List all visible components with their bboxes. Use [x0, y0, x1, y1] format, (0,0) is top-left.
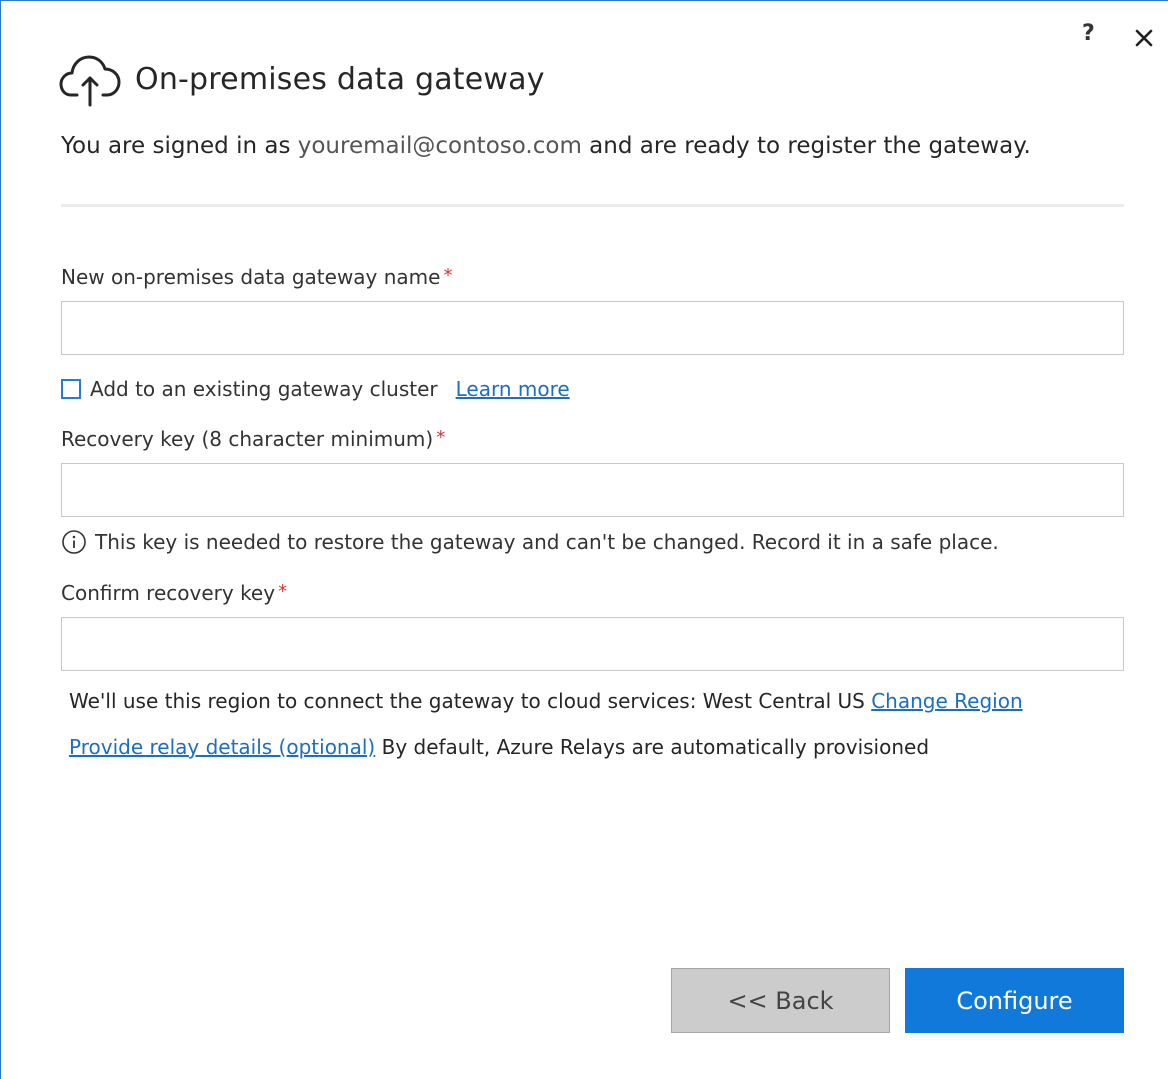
- confirm-key-input[interactable]: [61, 617, 1124, 671]
- intro-suffix: and are ready to register the gateway.: [581, 133, 1031, 159]
- cluster-option: Add to an existing gateway cluster Learn…: [61, 377, 570, 401]
- cluster-checkbox-label[interactable]: Add to an existing gateway cluster: [90, 377, 438, 401]
- recovery-key-label: Recovery key (8 character minimum) *: [61, 427, 445, 451]
- recovery-key-input[interactable]: [61, 463, 1124, 517]
- info-icon: [62, 530, 86, 554]
- gateway-name-label: New on-premises data gateway name *: [61, 265, 452, 289]
- learn-more-link[interactable]: Learn more: [456, 377, 570, 401]
- confirm-key-label: Confirm recovery key *: [61, 581, 287, 605]
- gateway-name-input[interactable]: [61, 301, 1124, 355]
- header-divider: [61, 204, 1124, 207]
- user-email: youremail@contoso.com: [297, 133, 582, 159]
- region-info: We'll use this region to connect the gat…: [69, 689, 1023, 713]
- required-marker: *: [443, 265, 453, 286]
- required-marker: *: [436, 427, 446, 448]
- relay-info: Provide relay details (optional) By defa…: [69, 735, 929, 759]
- cloud-upload-icon: [59, 55, 121, 107]
- close-icon[interactable]: [1135, 29, 1153, 47]
- recovery-key-label-text: Recovery key (8 character minimum): [61, 427, 434, 451]
- relay-text: By default, Azure Relays are automatical…: [375, 735, 930, 759]
- signed-in-message: You are signed in as youremail@contoso.c…: [61, 127, 1111, 165]
- back-button[interactable]: << Back: [671, 968, 890, 1033]
- dialog-header: On-premises data gateway: [59, 51, 545, 107]
- recovery-key-info-text: This key is needed to restore the gatewa…: [95, 530, 999, 554]
- gateway-name-label-text: New on-premises data gateway name: [61, 265, 441, 289]
- change-region-link[interactable]: Change Region: [871, 689, 1022, 713]
- page-title: On-premises data gateway: [135, 61, 545, 97]
- confirm-key-label-text: Confirm recovery key: [61, 581, 276, 605]
- intro-prefix: You are signed in as: [61, 133, 298, 159]
- help-button[interactable]: ?: [1082, 23, 1095, 45]
- recovery-key-info: This key is needed to restore the gatewa…: [61, 529, 999, 555]
- cluster-checkbox[interactable]: [61, 379, 81, 399]
- configure-button[interactable]: Configure: [905, 968, 1124, 1033]
- relay-details-link[interactable]: Provide relay details (optional): [69, 735, 375, 759]
- gateway-dialog: ? On-premises data gateway You are signe…: [0, 0, 1168, 1079]
- required-marker: *: [278, 581, 288, 602]
- region-text: We'll use this region to connect the gat…: [69, 689, 865, 713]
